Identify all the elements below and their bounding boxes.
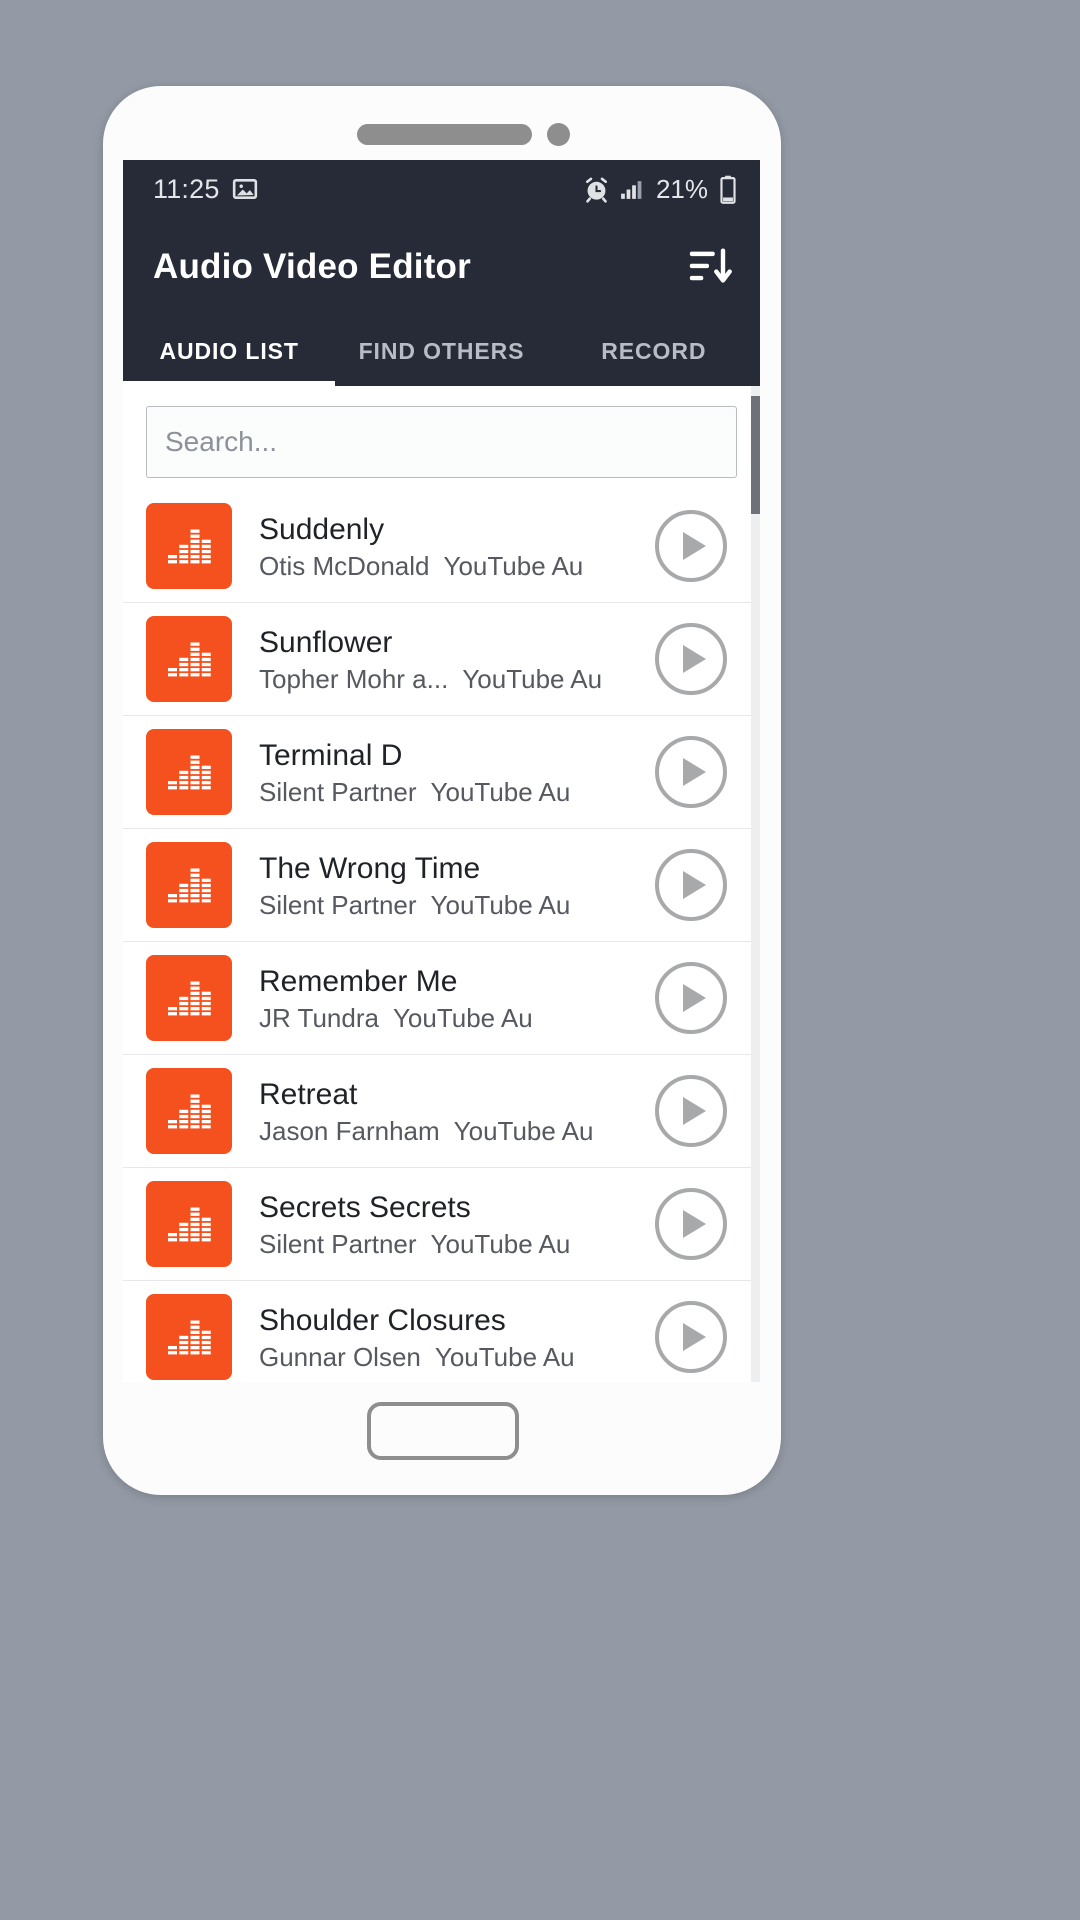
phone-screen: 11:25	[123, 160, 760, 1382]
audio-artist: Gunnar Olsen	[259, 1342, 421, 1373]
equalizer-icon	[146, 503, 232, 589]
audio-artist: Silent Partner	[259, 1229, 417, 1260]
alarm-clock-icon	[582, 175, 611, 204]
audio-list[interactable]: Suddenly Otis McDonald YouTube Au	[123, 490, 760, 1382]
audio-artist: Silent Partner	[259, 777, 417, 808]
phone-speaker	[357, 124, 532, 145]
list-item[interactable]: Terminal D Silent Partner YouTube Au	[123, 716, 760, 829]
audio-title: The Wrong Time	[259, 849, 645, 889]
audio-artist: Otis McDonald	[259, 551, 430, 582]
status-time: 11:25	[153, 174, 220, 205]
equalizer-icon	[146, 616, 232, 702]
play-icon[interactable]	[655, 849, 727, 921]
audio-source: YouTube Au	[431, 890, 571, 921]
list-item[interactable]: The Wrong Time Silent Partner YouTube Au	[123, 829, 760, 942]
audio-title: Retreat	[259, 1075, 645, 1115]
audio-source: YouTube Au	[431, 777, 571, 808]
audio-title: Sunflower	[259, 623, 645, 663]
home-button[interactable]	[367, 1402, 519, 1460]
sort-descending-icon[interactable]	[686, 244, 732, 290]
audio-source: YouTube Au	[444, 551, 584, 582]
list-item-text: The Wrong Time Silent Partner YouTube Au	[232, 849, 655, 921]
scrollbar-track[interactable]	[751, 386, 760, 1382]
list-item[interactable]: Retreat Jason Farnham YouTube Au	[123, 1055, 760, 1168]
list-item[interactable]: Sunflower Topher Mohr a... YouTube Au	[123, 603, 760, 716]
search-input[interactable]	[146, 406, 737, 478]
play-icon[interactable]	[655, 623, 727, 695]
play-icon[interactable]	[655, 510, 727, 582]
equalizer-icon	[146, 1294, 232, 1380]
audio-source: YouTube Au	[431, 1229, 571, 1260]
list-item[interactable]: Secrets Secrets Silent Partner YouTube A…	[123, 1168, 760, 1281]
tab-label: FIND OTHERS	[359, 338, 525, 365]
list-item[interactable]: Suddenly Otis McDonald YouTube Au	[123, 490, 760, 603]
audio-source: YouTube Au	[454, 1116, 594, 1147]
play-icon[interactable]	[655, 1075, 727, 1147]
list-item-text: Sunflower Topher Mohr a... YouTube Au	[232, 623, 655, 695]
tab-find-others[interactable]: FIND OTHERS	[335, 316, 547, 386]
equalizer-icon	[146, 1181, 232, 1267]
audio-artist: Silent Partner	[259, 890, 417, 921]
audio-source: YouTube Au	[462, 664, 602, 695]
audio-title: Secrets Secrets	[259, 1188, 645, 1228]
play-icon[interactable]	[655, 962, 727, 1034]
list-item-text: Suddenly Otis McDonald YouTube Au	[232, 510, 655, 582]
equalizer-icon	[146, 1068, 232, 1154]
audio-artist: Topher Mohr a...	[259, 664, 448, 695]
audio-source: YouTube Au	[393, 1003, 533, 1034]
equalizer-icon	[146, 955, 232, 1041]
play-icon[interactable]	[655, 736, 727, 808]
list-item-text: Shoulder Closures Gunnar Olsen YouTube A…	[232, 1301, 655, 1373]
tab-record[interactable]: RECORD	[548, 316, 760, 386]
content-area: Suddenly Otis McDonald YouTube Au	[123, 386, 760, 1382]
tab-label: AUDIO LIST	[159, 338, 298, 365]
list-item-text: Terminal D Silent Partner YouTube Au	[232, 736, 655, 808]
list-item-text: Secrets Secrets Silent Partner YouTube A…	[232, 1188, 655, 1260]
audio-title: Shoulder Closures	[259, 1301, 645, 1341]
tab-label: RECORD	[601, 338, 706, 365]
phone-frame: 11:25	[103, 86, 781, 1495]
search-container	[123, 386, 760, 490]
list-item-text: Remember Me JR Tundra YouTube Au	[232, 962, 655, 1034]
picture-icon	[232, 176, 258, 202]
play-icon[interactable]	[655, 1188, 727, 1260]
tab-audio-list[interactable]: AUDIO LIST	[123, 316, 335, 386]
status-bar: 11:25	[123, 160, 760, 218]
audio-artist: Jason Farnham	[259, 1116, 440, 1147]
list-item[interactable]: Shoulder Closures Gunnar Olsen YouTube A…	[123, 1281, 760, 1382]
audio-title: Suddenly	[259, 510, 645, 550]
battery-low-icon	[718, 175, 738, 204]
list-item-text: Retreat Jason Farnham YouTube Au	[232, 1075, 655, 1147]
audio-title: Remember Me	[259, 962, 645, 1002]
phone-camera	[547, 123, 570, 146]
audio-artist: JR Tundra	[259, 1003, 379, 1034]
app-bar: Audio Video Editor	[123, 218, 760, 316]
audio-title: Terminal D	[259, 736, 645, 776]
page-title: Audio Video Editor	[153, 247, 471, 287]
battery-percent-label: 21%	[656, 174, 708, 205]
equalizer-icon	[146, 842, 232, 928]
play-icon[interactable]	[655, 1301, 727, 1373]
tab-bar: AUDIO LIST FIND OTHERS RECORD	[123, 316, 760, 386]
equalizer-icon	[146, 729, 232, 815]
cellular-signal-icon	[619, 177, 644, 202]
audio-source: YouTube Au	[435, 1342, 575, 1373]
scrollbar-thumb[interactable]	[751, 396, 760, 514]
list-item[interactable]: Remember Me JR Tundra YouTube Au	[123, 942, 760, 1055]
